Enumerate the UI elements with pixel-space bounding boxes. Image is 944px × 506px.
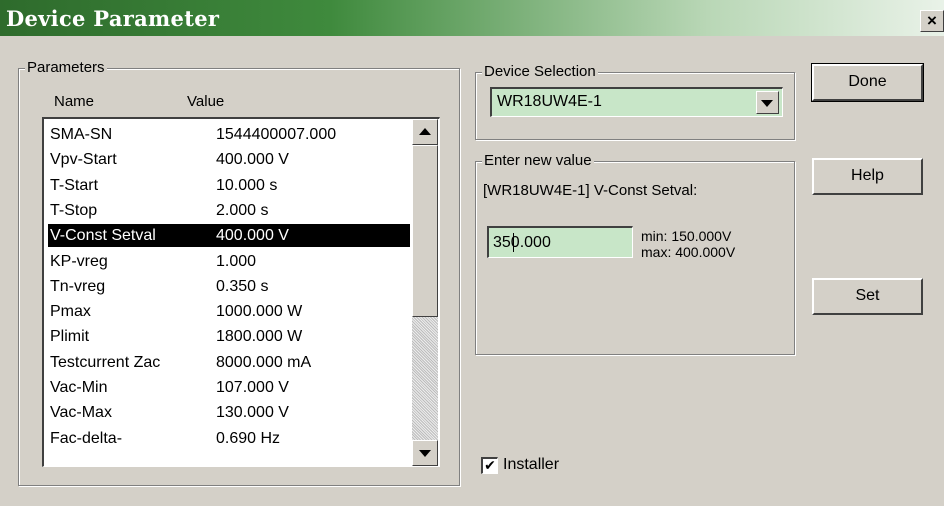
scroll-thumb[interactable] [412, 145, 438, 317]
text-caret [513, 233, 514, 252]
triangle-up-icon [419, 128, 431, 135]
new-value-text: 350.000 [493, 234, 551, 251]
parameter-row[interactable]: Vac-Min 107.000 V [48, 376, 410, 399]
min-value-label: min: 150.000V [641, 228, 732, 244]
close-button[interactable]: × [920, 10, 944, 32]
chevron-down-icon [761, 100, 773, 107]
title-bar[interactable]: Device Parameter [0, 0, 944, 36]
max-value-label: max: 400.000V [641, 244, 736, 260]
dropdown-button[interactable] [756, 91, 779, 114]
new-value-input[interactable]: 350.000 [487, 226, 633, 258]
parameter-name: KP-vreg [50, 252, 108, 270]
parameter-value: 400.000 V [216, 227, 289, 245]
parameter-row[interactable]: Fac-delta- 0.690 Hz [48, 427, 410, 450]
help-button[interactable]: Help [812, 158, 923, 195]
parameter-name: Tn-vreg [50, 277, 106, 295]
parameter-name: Pmax [50, 303, 91, 321]
enter-value-label: Enter new value [482, 152, 594, 170]
checkmark-icon: ✔ [484, 457, 496, 473]
parameter-value: 0.350 s [216, 277, 269, 295]
parameter-row[interactable]: Tn-vreg 0.350 s [48, 275, 410, 298]
parameter-row[interactable]: Plimit 1800.000 W [48, 325, 410, 348]
parameter-name: Fac-delta- [50, 429, 123, 447]
parameter-row[interactable]: T-Start 10.000 s [48, 174, 410, 197]
device-select-value: WR18UW4E-1 [497, 93, 602, 110]
parameter-list[interactable]: SMA-SN 1544400007.000 Vpv-Start 400.000 V T-… [42, 117, 440, 467]
set-button[interactable]: Set [812, 278, 923, 315]
parameter-name: SMA-SN [50, 126, 113, 143]
scroll-up-button[interactable] [412, 119, 438, 145]
parameter-value: 1.000 [216, 252, 257, 270]
installer-label[interactable]: Installer [503, 456, 559, 474]
parameters-group-label: Parameters [25, 59, 107, 77]
value-prompt: [WR18UW4E-1] V-Const Setval: [483, 182, 698, 199]
triangle-down-icon [419, 450, 431, 457]
parameter-value: 1000.000 W [216, 303, 303, 321]
parameter-name: Testcurrent Zac [50, 353, 161, 371]
parameter-value: 107.000 V [216, 379, 289, 396]
parameter-row[interactable]: V-Const Setval 400.000 V [48, 224, 410, 248]
parameter-name: T-Stop [50, 201, 98, 219]
parameter-row[interactable]: Vpv-Start 400.000 V [48, 148, 410, 171]
parameter-name: Plimit [50, 328, 90, 346]
device-select[interactable]: WR18UW4E-1 [490, 87, 783, 117]
scroll-down-button[interactable] [412, 440, 438, 466]
parameter-name: Vac-Max [50, 404, 112, 422]
parameter-name: Vpv-Start [50, 151, 117, 169]
parameter-name: V-Const Setval [50, 227, 156, 245]
parameter-row[interactable]: T-Stop 2.000 s [48, 199, 410, 222]
parameter-row[interactable]: KP-vreg 1.000 [48, 250, 410, 273]
column-header-value[interactable]: Value [187, 93, 224, 110]
parameter-value: 10.000 s [216, 176, 278, 194]
column-header-name[interactable]: Name [54, 93, 94, 110]
close-icon: × [927, 11, 937, 30]
parameter-value: 130.000 V [216, 404, 289, 422]
parameter-row[interactable]: Vac-Max 130.000 V [48, 401, 410, 424]
parameter-value: 1544400007.000 [216, 126, 337, 143]
vertical-scrollbar[interactable] [412, 119, 438, 466]
parameter-value: 1800.000 W [216, 328, 303, 346]
parameter-row[interactable]: Testcurrent Zac 8000.000 mA [48, 351, 410, 374]
parameter-name: T-Start [50, 176, 99, 194]
parameter-row[interactable]: SMA-SN 1544400007.000 [48, 123, 410, 146]
parameter-value: 8000.000 mA [216, 353, 312, 371]
installer-checkbox[interactable]: ✔ [481, 457, 498, 474]
parameter-value: 0.690 Hz [216, 429, 281, 447]
parameter-name: Vac-Min [50, 379, 108, 396]
window-title: Device Parameter [6, 6, 220, 31]
device-parameter-dialog: Device Parameter × Parameters Name Value… [0, 0, 944, 506]
parameter-value: 400.000 V [216, 151, 289, 169]
parameter-row[interactable]: Pmax 1000.000 W [48, 300, 410, 323]
parameter-value: 2.000 s [216, 201, 269, 219]
done-button[interactable]: Done [811, 63, 924, 102]
device-selection-label: Device Selection [482, 63, 598, 81]
